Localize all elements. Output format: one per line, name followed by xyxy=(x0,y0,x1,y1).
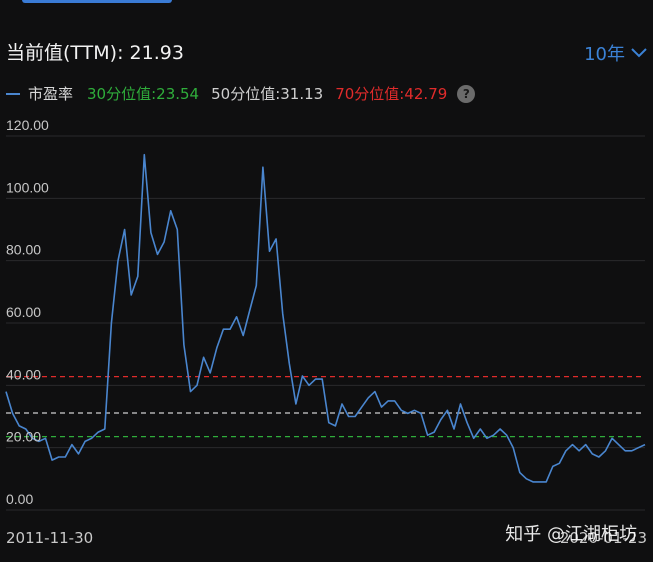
y-tick-label: 100.00 xyxy=(6,179,49,195)
y-tick-label: 0.00 xyxy=(6,491,33,507)
pe-series-line xyxy=(5,153,646,483)
y-tick-label: 20.00 xyxy=(6,429,41,445)
watermark: 知乎 @江湖柜坊 xyxy=(505,524,637,545)
y-tick-label: 120.00 xyxy=(6,117,49,133)
y-tick-label: 40.00 xyxy=(6,366,41,382)
pe-chart: 0.00 20.00 40.00 60.00 80.00 100.00 120.00 xyxy=(5,117,646,511)
y-tick-label: 60.00 xyxy=(6,304,41,320)
x-axis-start-label: 2011-11-30 xyxy=(6,529,94,547)
y-tick-label: 80.00 xyxy=(6,242,41,258)
